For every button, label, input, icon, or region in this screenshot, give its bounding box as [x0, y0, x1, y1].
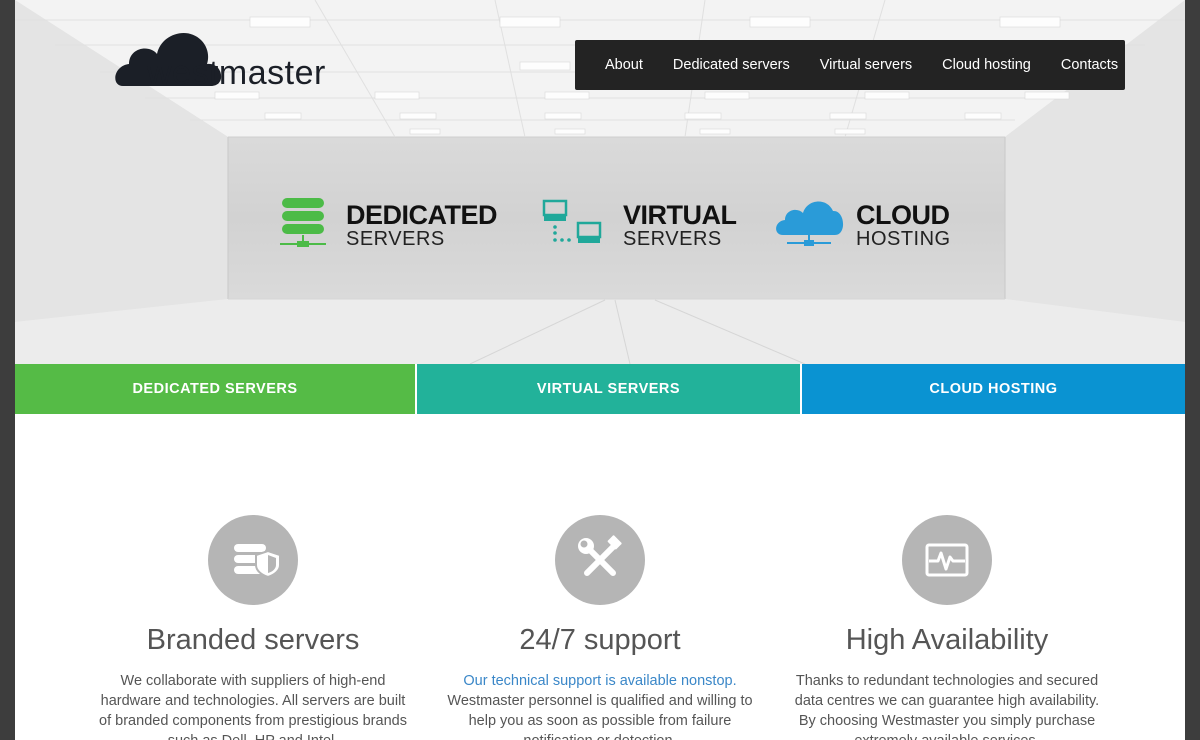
- nav-about[interactable]: About: [605, 57, 643, 73]
- nav-cloud-hosting[interactable]: Cloud hosting: [942, 57, 1031, 73]
- nav-dedicated-servers[interactable]: Dedicated servers: [673, 57, 790, 73]
- feature-description-text: Westmaster personnel is qualified and wi…: [447, 692, 753, 740]
- logo-text: westmaster: [147, 54, 326, 92]
- tools-icon: [578, 535, 622, 576]
- hero-product-cloud[interactable]: CLOUD HOSTING: [775, 195, 995, 255]
- nav-virtual-servers[interactable]: Virtual servers: [820, 57, 912, 73]
- hero-banner: westmaster About Dedicated servers Virtu…: [15, 0, 1185, 364]
- network-monitors-icon: [542, 199, 602, 243]
- logo[interactable]: westmaster: [115, 28, 345, 92]
- feature-title: 24/7 support: [519, 624, 681, 656]
- product-title: DEDICATED: [346, 200, 498, 230]
- product-subtitle: HOSTING: [856, 228, 951, 250]
- feature-support: 24/7 support Our technical support is av…: [435, 515, 765, 740]
- nav-contacts[interactable]: Contacts: [1061, 57, 1118, 73]
- feature-high-availability: High Availability Thanks to redundant te…: [782, 515, 1112, 740]
- pulse-monitor-icon: [925, 543, 969, 577]
- server-shield-icon: [234, 544, 281, 579]
- page: westmaster About Dedicated servers Virtu…: [15, 0, 1185, 740]
- feature-description: Thanks to redundant technologies and sec…: [794, 672, 1100, 740]
- category-dedicated-servers[interactable]: DEDICATED SERVERS: [15, 364, 415, 414]
- hero-product-dedicated[interactable]: DEDICATED SERVERS: [280, 195, 500, 255]
- main-nav: About Dedicated servers Virtual servers …: [575, 40, 1125, 90]
- feature-icon-circle: [555, 515, 645, 605]
- product-title: CLOUD: [856, 200, 950, 230]
- feature-branded-servers: Branded servers We collaborate with supp…: [88, 515, 418, 740]
- product-subtitle: SERVERS: [623, 228, 722, 250]
- server-stack-icon: [280, 198, 326, 247]
- hero-product-virtual[interactable]: VIRTUAL SERVERS: [542, 195, 762, 255]
- feature-icon-circle: [902, 515, 992, 605]
- product-subtitle: SERVERS: [346, 228, 445, 250]
- category-virtual-servers[interactable]: VIRTUAL SERVERS: [417, 364, 800, 414]
- support-link[interactable]: Our technical support is available nonst…: [463, 673, 736, 689]
- category-cloud-hosting[interactable]: CLOUD HOSTING: [802, 364, 1185, 414]
- feature-icon-circle: [208, 515, 298, 605]
- feature-description: We collaborate with suppliers of high-en…: [99, 672, 407, 740]
- feature-title: Branded servers: [146, 624, 360, 656]
- product-title: VIRTUAL: [623, 200, 737, 230]
- feature-description: Our technical support is available nonst…: [435, 671, 765, 740]
- cloud-network-icon: [776, 201, 844, 246]
- feature-title: High Availability: [845, 624, 1049, 656]
